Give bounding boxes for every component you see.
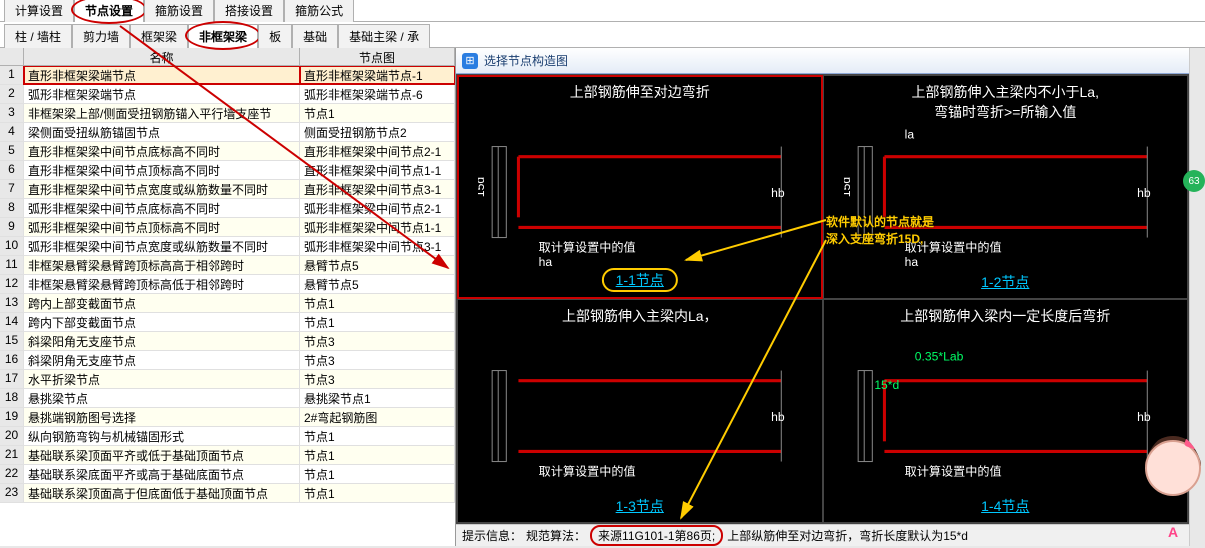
svg-text:hb: hb <box>771 186 785 200</box>
svg-text:ha: ha <box>539 255 553 268</box>
top-tab-3[interactable]: 搭接设置 <box>214 0 284 22</box>
hint-rest: 上部纵筋伸至对边弯折，弯折长度默认为15*d <box>727 527 968 544</box>
col-nodeimg-header: 节点图 <box>300 48 455 65</box>
top-tabbar: 计算设置节点设置箍筋设置搭接设置箍筋公式 <box>0 0 1205 22</box>
diagram-option-4[interactable]: 上部钢筋伸入梁内一定长度后弯折 hb 取计算设置中的值 15*d 0.35*Lab 1-4… <box>824 300 1188 522</box>
diagram-link[interactable]: 1-1节点 <box>602 268 678 292</box>
sub-tab-1[interactable]: 剪力墙 <box>72 24 130 48</box>
table-row[interactable]: 6直形非框架梁中间节点顶标高不同时直形非框架梁中间节点1-1 <box>0 161 455 180</box>
table-row[interactable]: 1直形非框架梁端节点直形非框架梁端节点-1 <box>0 66 455 85</box>
diagram-link[interactable]: 1-4节点 <box>824 496 1188 516</box>
sub-tab-4[interactable]: 板 <box>258 24 292 48</box>
top-tab-0[interactable]: 计算设置 <box>4 0 74 22</box>
popup-title-text: 选择节点构造图 <box>484 52 568 69</box>
avatar-tag: A <box>1141 524 1205 540</box>
sub-tab-5[interactable]: 基础 <box>292 24 338 48</box>
table-row[interactable]: 3非框架梁上部/侧面受扭钢筋锚入平行墙支座节节点1 <box>0 104 455 123</box>
svg-text:取计算设置中的值: 取计算设置中的值 <box>904 464 1001 479</box>
hint-prefix: 提示信息： <box>462 527 522 544</box>
table-row[interactable]: 21基础联系梁顶面平齐或低于基础顶面节点节点1 <box>0 446 455 465</box>
table-row[interactable]: 20纵向钢筋弯钩与机械锚固形式节点1 <box>0 427 455 446</box>
diagram-option-3[interactable]: 上部钢筋伸入主梁内La， hb 取计算设置中的值 1-3节点 <box>458 300 822 522</box>
top-tab-1[interactable]: 节点设置 <box>74 0 144 22</box>
table-row[interactable]: 9弧形非框架梁中间节点顶标高不同时弧形非框架梁中间节点1-1 <box>0 218 455 237</box>
sub-tab-2[interactable]: 框架梁 <box>130 24 188 48</box>
svg-text:ha: ha <box>904 255 918 268</box>
svg-text:15d: 15d <box>844 177 853 197</box>
col-index-header <box>0 48 24 65</box>
table-row[interactable]: 22基础联系梁底面平齐或高于基础底面节点节点1 <box>0 465 455 484</box>
diagram-title: 上部钢筋伸入梁内一定长度后弯折 <box>824 306 1188 326</box>
table-row[interactable]: 19悬挑端钢筋图号选择2#弯起钢筋图 <box>0 408 455 427</box>
diagram-link[interactable]: 1-2节点 <box>824 272 1188 292</box>
svg-text:hb: hb <box>1137 186 1151 200</box>
top-tab-2[interactable]: 箍筋设置 <box>144 0 214 22</box>
sub-tab-0[interactable]: 柱 / 墙柱 <box>4 24 72 48</box>
sub-tab-3[interactable]: 非框架梁 <box>188 24 258 48</box>
avatar[interactable]: A <box>1141 434 1205 544</box>
diagram-option-1[interactable]: 上部钢筋伸至对边弯折 15d hb 取计算设置中的值ha 1-1节点 <box>458 76 822 298</box>
table-row[interactable]: 17水平折梁节点节点3 <box>0 370 455 389</box>
hint-bar: 提示信息： 规范算法： 来源11G101-1第86页; 上部纵筋伸至对边弯折，弯… <box>456 524 1189 546</box>
hint-label: 规范算法： <box>526 527 586 544</box>
svg-text:15d: 15d <box>478 177 487 197</box>
svg-text:取计算设置中的值: 取计算设置中的值 <box>539 464 636 479</box>
table-row[interactable]: 14跨内下部变截面节点节点1 <box>0 313 455 332</box>
table-row[interactable]: 10弧形非框架梁中间节点宽度或纵筋数量不同时弧形非框架梁中间节点3-1 <box>0 237 455 256</box>
table-row[interactable]: 18悬挑梁节点悬挑梁节点1 <box>0 389 455 408</box>
diagram-link[interactable]: 1-3节点 <box>458 496 822 516</box>
table-row[interactable]: 2弧形非框架梁端节点弧形非框架梁端节点-6 <box>0 85 455 104</box>
svg-text:hb: hb <box>1137 410 1151 424</box>
table-row[interactable]: 7直形非框架梁中间节点宽度或纵筋数量不同时直形非框架梁中间节点3-1 <box>0 180 455 199</box>
hint-source: 来源11G101-1第86页; <box>590 525 723 546</box>
svg-text:la: la <box>904 127 914 141</box>
top-tab-4[interactable]: 箍筋公式 <box>284 0 354 22</box>
popup-titlebar: ⊞ 选择节点构造图 <box>456 48 1189 74</box>
table-row[interactable]: 23基础联系梁顶面高于但底面低于基础顶面节点节点1 <box>0 484 455 503</box>
table-row[interactable]: 13跨内上部变截面节点节点1 <box>0 294 455 313</box>
svg-text:0.35*Lab: 0.35*Lab <box>914 349 963 363</box>
sub-tab-6[interactable]: 基础主梁 / 承 <box>338 24 430 48</box>
table-row[interactable]: 11非框架悬臂梁悬臂跨顶标高高于相邻跨时悬臂节点5 <box>0 256 455 275</box>
table-row[interactable]: 15斜梁阳角无支座节点节点3 <box>0 332 455 351</box>
badge[interactable]: 63 <box>1183 170 1205 192</box>
popup-icon: ⊞ <box>462 53 478 69</box>
diagram-option-2[interactable]: 上部钢筋伸入主梁内不小于La,弯锚时弯折>=所输入值15dhb取计算设置中的值h… <box>824 76 1188 298</box>
svg-text:15*d: 15*d <box>874 378 899 392</box>
node-table: 名称 节点图 1直形非框架梁端节点直形非框架梁端节点-12弧形非框架梁端节点弧形… <box>0 48 456 546</box>
table-row[interactable]: 16斜梁阴角无支座节点节点3 <box>0 351 455 370</box>
sub-tabbar: 柱 / 墙柱剪力墙框架梁非框架梁板基础基础主梁 / 承 <box>0 22 1205 48</box>
table-row[interactable]: 8弧形非框架梁中间节点底标高不同时弧形非框架梁中间节点2-1 <box>0 199 455 218</box>
diagram-title: 上部钢筋伸入主梁内La， <box>458 306 822 326</box>
diagram-title: 上部钢筋伸至对边弯折 <box>458 82 822 102</box>
svg-text:取计算设置中的值: 取计算设置中的值 <box>904 240 1001 255</box>
diagram-panel: ⊞ 选择节点构造图 上部钢筋伸至对边弯折15dhb取计算设置中的值ha1-1节点… <box>456 48 1189 546</box>
svg-text:hb: hb <box>771 410 785 424</box>
col-name-header: 名称 <box>24 48 300 65</box>
table-row[interactable]: 5直形非框架梁中间节点底标高不同时直形非框架梁中间节点2-1 <box>0 142 455 161</box>
svg-text:取计算设置中的值: 取计算设置中的值 <box>539 240 636 255</box>
table-row[interactable]: 4梁侧面受扭纵筋锚固节点侧面受扭钢筋节点2 <box>0 123 455 142</box>
table-row[interactable]: 12非框架悬臂梁悬臂跨顶标高低于相邻跨时悬臂节点5 <box>0 275 455 294</box>
